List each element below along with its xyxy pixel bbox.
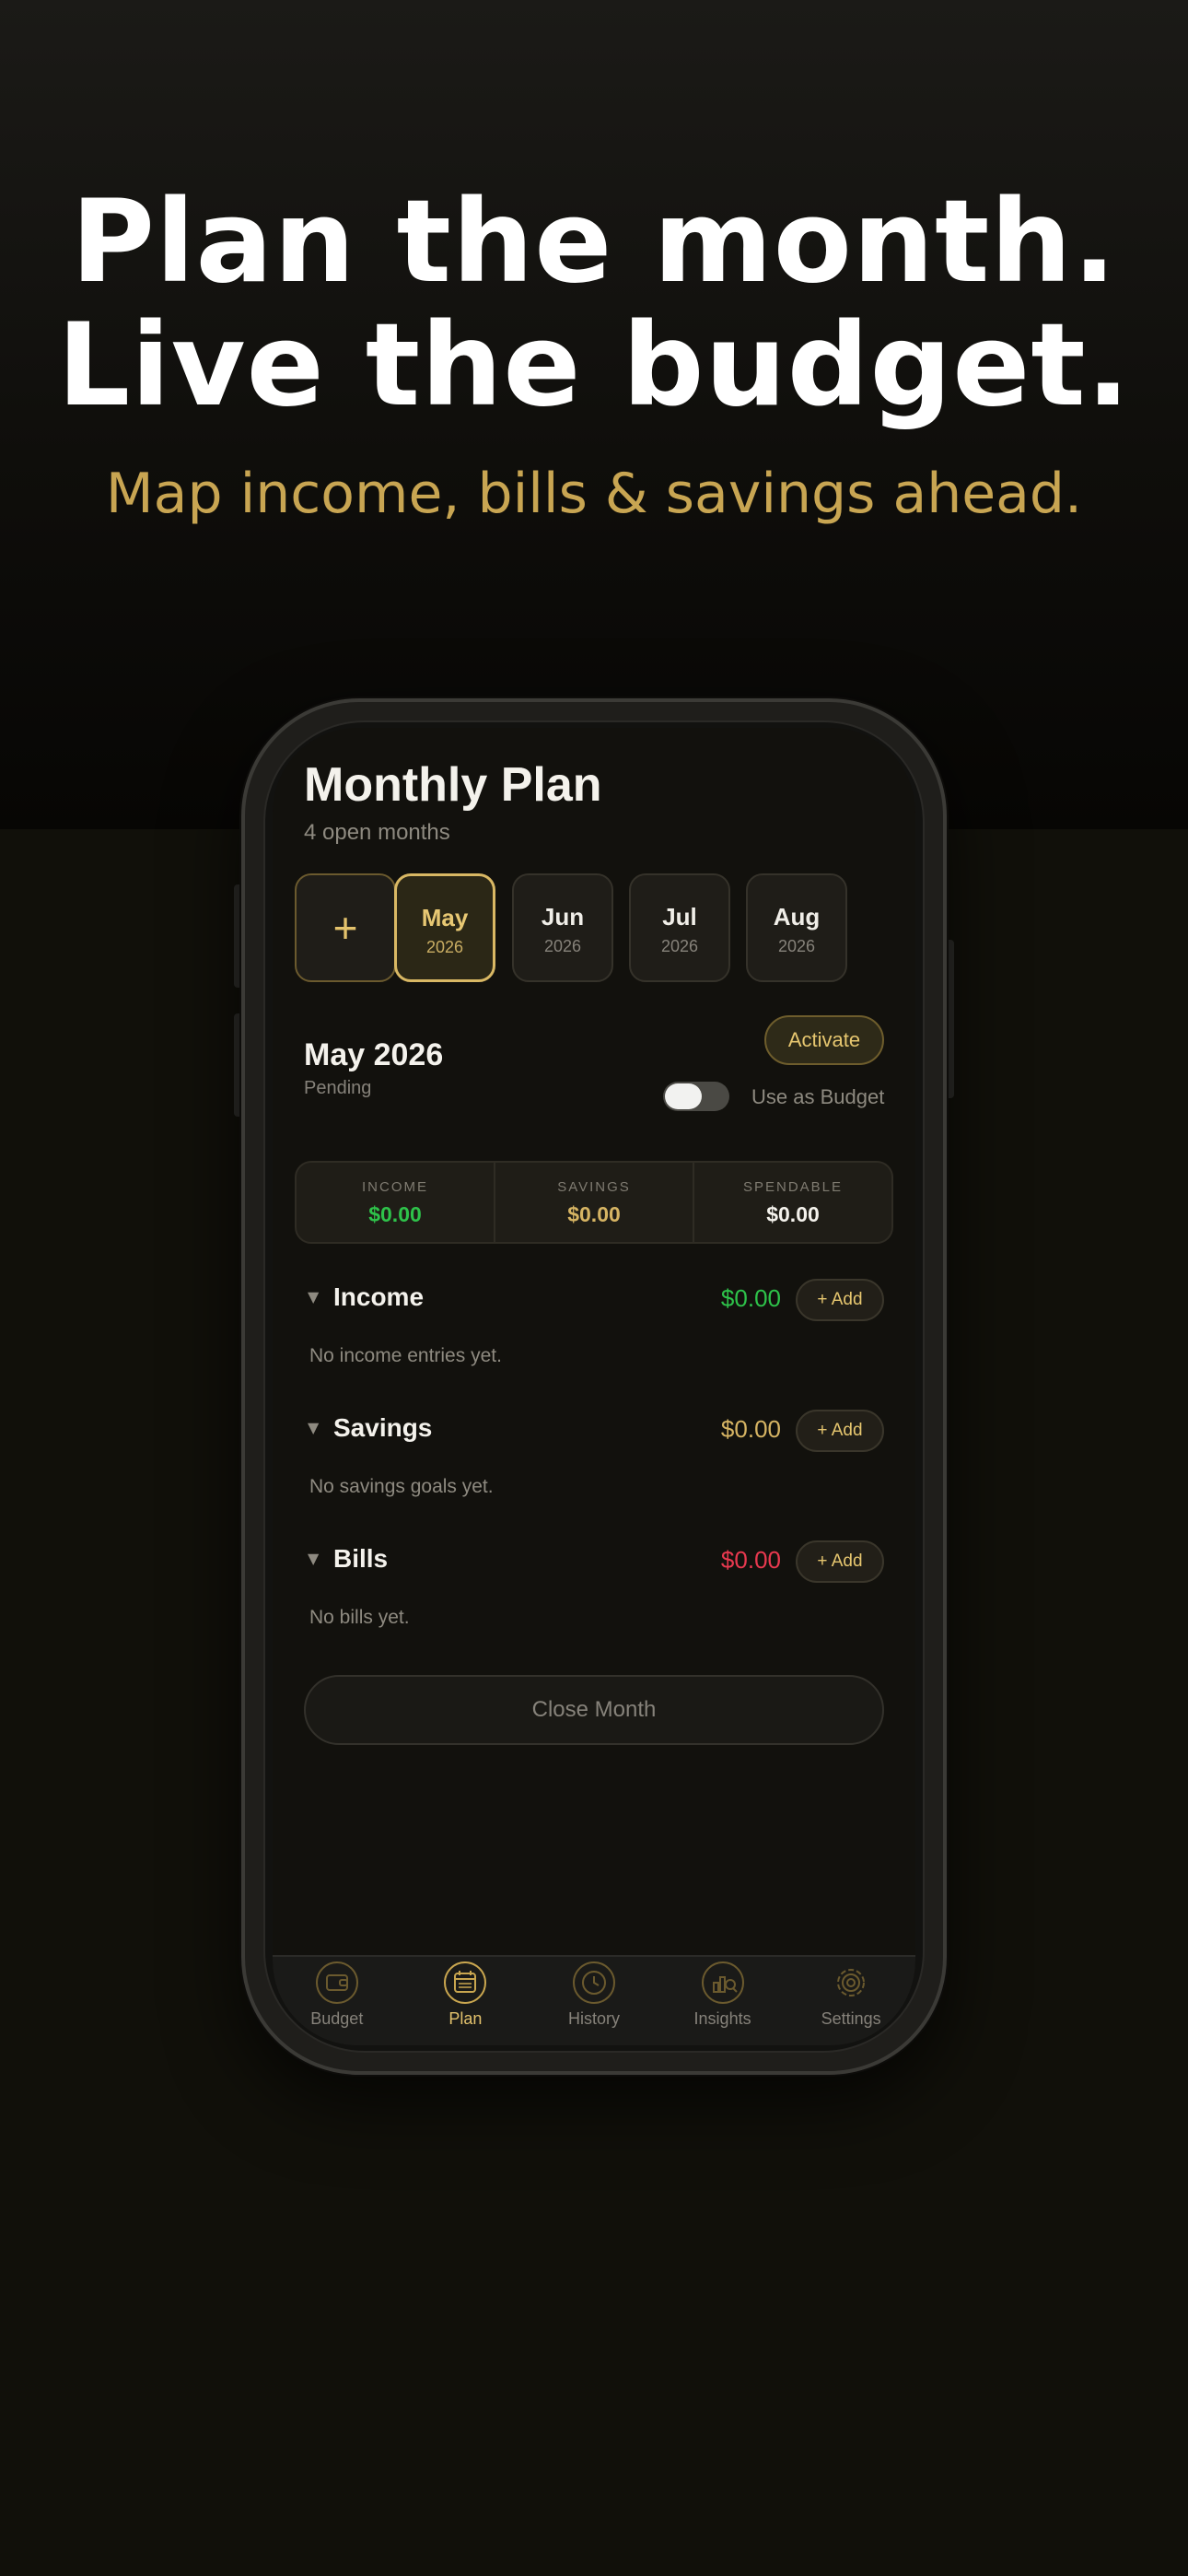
savings-empty-message: No savings goals yet. xyxy=(309,1476,494,1497)
collapse-caret-icon[interactable]: ▼ xyxy=(308,1419,319,1436)
summary-savings-value: $0.00 xyxy=(567,1202,621,1226)
activate-button[interactable]: Activate xyxy=(764,1015,884,1065)
selected-month-status: Pending xyxy=(304,1078,372,1098)
tab-insights[interactable]: Insights xyxy=(658,1957,787,2045)
use-as-budget-toggle[interactable] xyxy=(663,1082,729,1111)
summary-income-label: INCOME xyxy=(362,1179,428,1195)
savings-section-title: Savings xyxy=(333,1413,433,1442)
plus-icon: + xyxy=(332,904,358,952)
month-year: 2026 xyxy=(543,937,582,955)
tab-label: Settings xyxy=(821,2009,881,2028)
page-title: Monthly Plan xyxy=(304,758,602,812)
month-name: Jul xyxy=(662,903,697,931)
tab-label: History xyxy=(567,2009,620,2028)
summary-spendable-value: $0.00 xyxy=(766,1202,820,1226)
bills-empty-message: No bills yet. xyxy=(309,1607,410,1628)
month-year: 2026 xyxy=(425,938,464,956)
summary-card: INCOME $0.00 SAVINGS $0.00 SPENDABLE $0.… xyxy=(295,1161,893,1244)
chart-icon xyxy=(701,1961,744,2004)
selected-month-title: May 2026 xyxy=(304,1037,444,1072)
savings-total: $0.00 xyxy=(720,1415,781,1443)
summary-income-value: $0.00 xyxy=(368,1202,422,1226)
toggle-knob xyxy=(665,1083,702,1109)
tab-plan[interactable]: Plan xyxy=(402,1957,530,2045)
month-chip-jul[interactable]: Jul 2026 xyxy=(629,873,730,982)
month-name: Aug xyxy=(773,903,821,931)
month-chip-aug[interactable]: Aug 2026 xyxy=(746,873,847,982)
tab-history[interactable]: History xyxy=(530,1957,658,2045)
headline-line-1: Plan the month. xyxy=(71,176,1117,309)
summary-savings: SAVINGS $0.00 xyxy=(494,1163,693,1242)
collapse-caret-icon[interactable]: ▼ xyxy=(308,1550,319,1567)
page-subtitle: 4 open months xyxy=(304,820,450,845)
tab-label: Plan xyxy=(448,2009,483,2028)
summary-spendable-label: SPENDABLE xyxy=(742,1179,844,1195)
income-section-header[interactable]: ▼ Income $0.00 + Add xyxy=(304,1279,884,1321)
summary-income: INCOME $0.00 xyxy=(297,1163,494,1242)
month-year: 2026 xyxy=(660,937,699,955)
close-month-button[interactable]: Close Month xyxy=(304,1675,884,1745)
tab-bar: Budget Plan History Insights Settings xyxy=(273,1955,915,2045)
add-bill-button[interactable]: + Add xyxy=(796,1540,884,1583)
bills-total: $0.00 xyxy=(720,1546,781,1574)
tab-settings[interactable]: Settings xyxy=(786,1957,915,2045)
tab-budget[interactable]: Budget xyxy=(273,1957,402,2045)
app-screen: Monthly Plan 4 open months + May 2026 Ju… xyxy=(273,728,915,2045)
add-savings-button[interactable]: + Add xyxy=(796,1410,884,1452)
wallet-icon xyxy=(315,1961,358,2004)
summary-savings-label: SAVINGS xyxy=(557,1179,631,1195)
summary-spendable: SPENDABLE $0.00 xyxy=(693,1163,891,1242)
collapse-caret-icon[interactable]: ▼ xyxy=(308,1288,319,1306)
month-year: 2026 xyxy=(777,937,816,955)
add-income-button[interactable]: + Add xyxy=(796,1279,884,1321)
calendar-icon xyxy=(444,1961,487,2004)
savings-section-header[interactable]: ▼ Savings $0.00 + Add xyxy=(304,1410,884,1452)
add-month-button[interactable]: + xyxy=(295,873,396,982)
gear-icon xyxy=(837,1969,866,1996)
month-chip-jun[interactable]: Jun 2026 xyxy=(512,873,613,982)
tab-label: Budget xyxy=(310,2009,364,2028)
bills-section-header[interactable]: ▼ Bills $0.00 + Add xyxy=(304,1540,884,1583)
month-name: May xyxy=(421,904,469,931)
month-name: Jun xyxy=(541,903,585,931)
use-as-budget-label: Use as Budget xyxy=(751,1085,885,1108)
headline-line-2: Live the budget. xyxy=(57,299,1131,432)
income-section-title: Income xyxy=(333,1282,425,1311)
subheadline: Map income, bills & savings ahead. xyxy=(105,462,1083,526)
income-total: $0.00 xyxy=(720,1284,781,1312)
clock-icon xyxy=(572,1961,615,2004)
bills-section-title: Bills xyxy=(333,1544,389,1573)
month-chip-may[interactable]: May 2026 xyxy=(394,873,495,982)
income-empty-message: No income entries yet. xyxy=(309,1345,502,1366)
tab-label: Insights xyxy=(693,2009,751,2028)
